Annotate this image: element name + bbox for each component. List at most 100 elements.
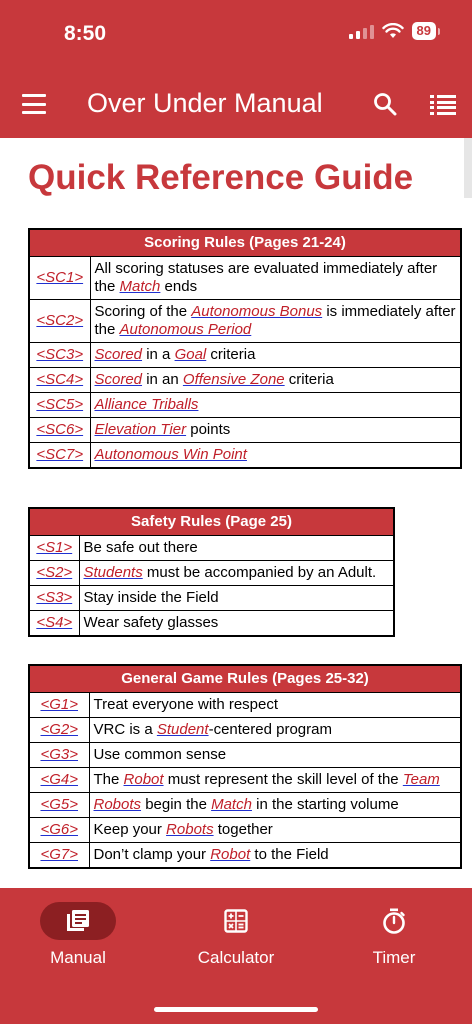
table-row: <G3> Use common sense <box>28 741 462 768</box>
rule-code-link[interactable]: <G5> <box>40 796 78 813</box>
glossary-link[interactable]: Goal <box>175 346 207 363</box>
rule-code-link[interactable]: <G6> <box>40 821 78 838</box>
rule-code[interactable]: <S3> <box>28 584 80 611</box>
glossary-link[interactable]: Robot <box>210 846 250 863</box>
rule-code[interactable]: <SC1> <box>28 255 91 300</box>
table-row: <G7> Don’t clamp your Robot to the Field <box>28 841 462 868</box>
rule-code[interactable]: <SC3> <box>28 341 91 368</box>
table-row: <S1> Be safe out there <box>28 534 395 561</box>
rule-code[interactable]: <G5> <box>28 791 90 818</box>
rule-code-link[interactable]: <SC3> <box>36 346 83 363</box>
hamburger-menu-icon[interactable] <box>22 94 46 114</box>
rule-code-link[interactable]: <SC5> <box>36 396 83 413</box>
rule-code[interactable]: <G3> <box>28 741 90 768</box>
rule-description: Stay inside the Field <box>78 584 395 611</box>
rule-text: must be accompanied by an Adult. <box>142 563 377 581</box>
rule-code[interactable]: <G2> <box>28 716 90 743</box>
table-row: <SC2> Scoring of the Autonomous Bonus is … <box>28 298 462 343</box>
rule-code[interactable]: <SC5> <box>28 391 91 418</box>
rule-code-link[interactable]: <G4> <box>40 771 78 788</box>
rule-code[interactable]: <G6> <box>28 816 90 843</box>
rule-code-link[interactable]: <SC7> <box>36 446 83 463</box>
glossary-link[interactable]: Match <box>211 796 252 813</box>
rule-code-link[interactable]: <G7> <box>40 846 78 863</box>
rule-description: Scored in a Goal criteria <box>89 341 462 368</box>
rule-text: Treat everyone with respect <box>93 695 279 713</box>
glossary-link[interactable]: Scored <box>95 346 143 363</box>
table-row: <SC4> Scored in an Offensive Zone criteri… <box>28 366 462 393</box>
nav-calculator[interactable]: Calculator <box>166 888 306 968</box>
rule-code-link[interactable]: <G3> <box>40 746 78 763</box>
table-row: <SC5> Alliance Triballs <box>28 391 462 418</box>
glossary-link[interactable]: Robots <box>166 821 214 838</box>
wifi-icon <box>381 23 404 38</box>
rule-text: in the starting volume <box>251 795 399 813</box>
rule-text: in a <box>142 345 175 363</box>
glossary-link[interactable]: Autonomous Period <box>120 321 252 338</box>
glossary-link[interactable]: Robot <box>124 771 164 788</box>
nav-timer-pill[interactable] <box>356 902 432 940</box>
glossary-link[interactable]: Alliance Triballs <box>95 396 199 413</box>
battery-tip <box>438 27 440 35</box>
app-title: Over Under Manual <box>87 88 323 118</box>
glossary-link[interactable]: Offensive Zone <box>183 371 285 388</box>
glossary-link[interactable]: Robots <box>94 796 142 813</box>
glossary-link[interactable]: Students <box>84 564 143 581</box>
cellular-signal-icon <box>348 23 374 39</box>
rule-code[interactable]: <G7> <box>28 841 90 868</box>
table-row: <G4> The Robot must represent the skill l… <box>28 766 462 793</box>
rule-code-link[interactable]: <S4> <box>36 614 72 631</box>
glossary-link[interactable]: Autonomous Bonus <box>191 303 322 320</box>
rule-text: The <box>93 770 124 788</box>
manual-content[interactable]: Quick Reference Guide Scoring Rules (Pag… <box>0 138 472 888</box>
rule-code[interactable]: <SC6> <box>28 416 91 443</box>
rule-text: Use common sense <box>93 745 227 763</box>
glossary-link[interactable]: Match <box>120 278 161 295</box>
safety-rules-table: Safety Rules (Page 25) <S1> Be safe out t… <box>28 507 395 637</box>
bottom-navigation: Manual Calculator Timer <box>0 888 472 1024</box>
book-icon <box>67 910 89 931</box>
rule-code[interactable]: <SC7> <box>28 441 91 468</box>
list-icon[interactable] <box>430 95 456 115</box>
rule-description: Elevation Tier points <box>89 416 462 443</box>
rule-code[interactable]: <G4> <box>28 766 90 793</box>
rule-code[interactable]: <S4> <box>28 609 80 636</box>
rule-code[interactable]: <S1> <box>28 534 80 561</box>
table-row: <G6> Keep your Robots together <box>28 816 462 843</box>
rule-text: together <box>213 820 273 838</box>
rule-code[interactable]: <SC2> <box>28 298 91 343</box>
rule-description: The Robot must represent the skill level… <box>88 766 462 793</box>
rule-code-link[interactable]: <S1> <box>36 539 72 556</box>
rule-code-link[interactable]: <SC6> <box>36 421 83 438</box>
glossary-link[interactable]: Team <box>403 771 440 788</box>
nav-timer[interactable]: Timer <box>324 888 464 968</box>
rule-code-link[interactable]: <S3> <box>36 589 72 606</box>
scrollbar[interactable] <box>464 138 472 198</box>
rule-code[interactable]: <SC4> <box>28 366 91 393</box>
glossary-link[interactable]: Elevation Tier <box>95 421 187 438</box>
rule-code-link[interactable]: <S2> <box>36 564 72 581</box>
glossary-link[interactable]: Autonomous Win Point <box>95 446 247 463</box>
rule-text: Keep your <box>93 820 167 838</box>
search-icon[interactable] <box>373 92 397 116</box>
battery-icon: 89 <box>411 22 436 40</box>
rule-code-link[interactable]: <G1> <box>40 696 78 713</box>
nav-manual[interactable]: Manual <box>8 888 148 968</box>
rule-text: points <box>186 420 231 438</box>
rule-code-link[interactable]: <SC4> <box>36 371 83 388</box>
rule-code-link[interactable]: <SC2> <box>36 312 83 329</box>
glossary-link[interactable]: Scored <box>95 371 143 388</box>
rule-description: VRC is a Student-centered program <box>88 716 462 743</box>
rule-description: Scoring of the Autonomous Bonus is immed… <box>89 298 462 343</box>
table-header: Safety Rules (Page 25) <box>28 507 395 536</box>
rule-code-link[interactable]: <G2> <box>40 721 78 738</box>
nav-calculator-label: Calculator <box>197 948 275 967</box>
nav-calculator-pill[interactable] <box>198 902 274 940</box>
nav-manual-pill[interactable] <box>40 902 116 940</box>
glossary-link[interactable]: Student <box>157 721 209 738</box>
rule-code-link[interactable]: <SC1> <box>36 269 83 286</box>
rule-text: Scoring of the <box>94 302 192 320</box>
rule-code[interactable]: <S2> <box>28 559 80 586</box>
rule-text: to the Field <box>250 845 329 863</box>
rule-code[interactable]: <G1> <box>28 691 90 718</box>
